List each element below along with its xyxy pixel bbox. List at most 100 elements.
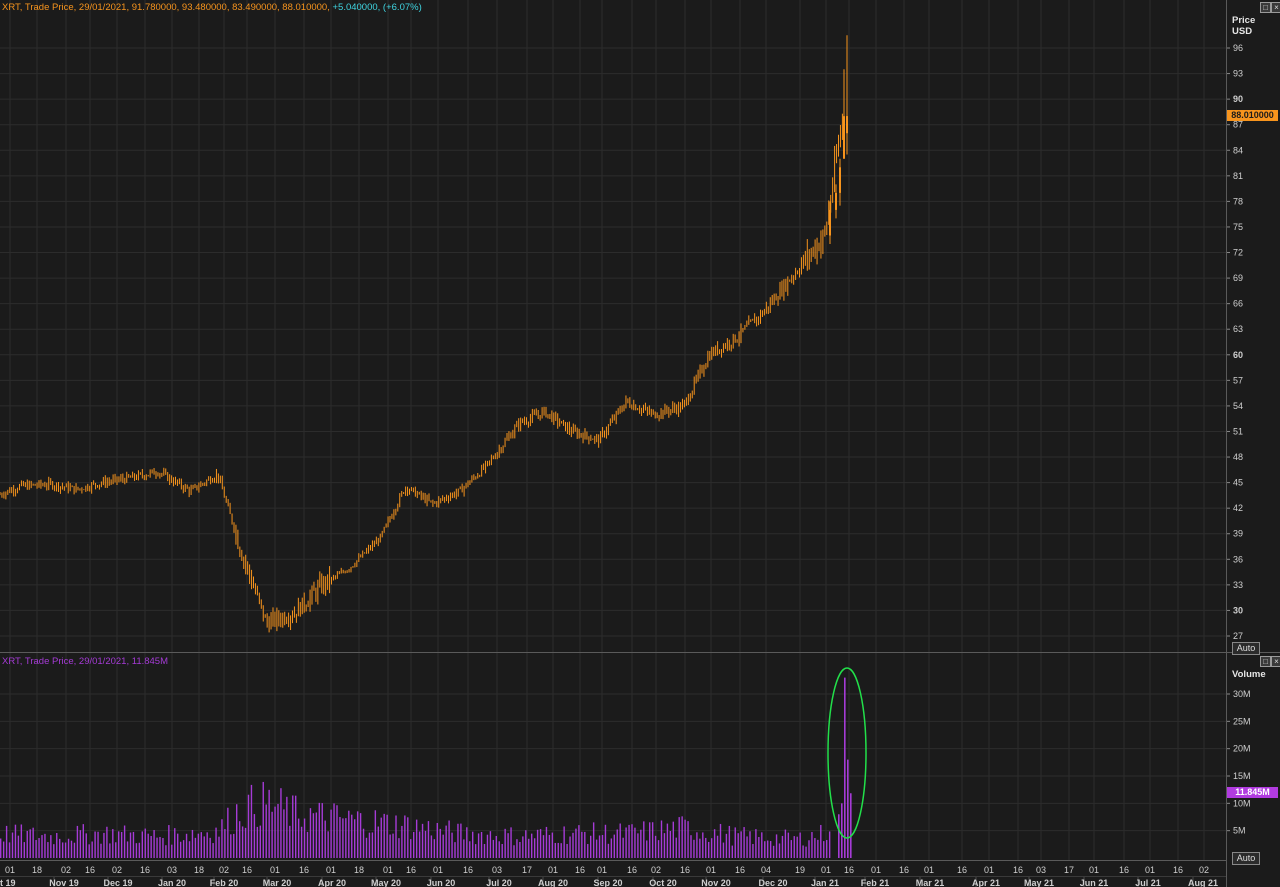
x-tick-label: 01 bbox=[871, 865, 881, 875]
price-tick-label: 90 bbox=[1233, 94, 1243, 104]
volume-bar bbox=[844, 677, 846, 858]
volume-close-button[interactable]: × bbox=[1271, 656, 1280, 667]
price-tick-label: 75 bbox=[1233, 222, 1243, 232]
volume-bar bbox=[604, 824, 607, 858]
x-tick-label: 02 bbox=[61, 865, 71, 875]
volume-bar bbox=[764, 841, 766, 858]
volume-bar bbox=[569, 836, 571, 858]
volume-bar bbox=[144, 828, 146, 858]
volume-bar bbox=[280, 788, 282, 858]
x-tick-label: 02 bbox=[1199, 865, 1209, 875]
volume-bar bbox=[17, 835, 20, 858]
volume-bar bbox=[333, 803, 335, 858]
price-tick-label: 60 bbox=[1233, 350, 1243, 360]
volume-bar bbox=[790, 840, 792, 858]
volume-bar bbox=[312, 813, 315, 858]
x-tick-label: 01 bbox=[984, 865, 994, 875]
volume-bar bbox=[309, 808, 312, 858]
volume-bar bbox=[262, 781, 264, 858]
x-tick-label: 03 bbox=[167, 865, 177, 875]
volume-bar bbox=[398, 838, 400, 858]
volume-bar bbox=[454, 842, 456, 858]
volume-bar bbox=[752, 843, 754, 858]
x-tick-label: 01 bbox=[383, 865, 393, 875]
volume-bar bbox=[138, 842, 141, 858]
volume-bar bbox=[8, 842, 11, 858]
volume-bar bbox=[238, 821, 241, 858]
volume-bar bbox=[663, 833, 666, 858]
volume-auto-button[interactable]: Auto bbox=[1232, 852, 1260, 865]
volume-bar bbox=[330, 809, 332, 858]
volume-bar bbox=[97, 831, 99, 858]
volume-bar bbox=[566, 843, 568, 858]
volume-bar bbox=[847, 759, 849, 858]
volume-bar bbox=[769, 841, 772, 858]
x-tick-label: 01 bbox=[433, 865, 443, 875]
volume-bar bbox=[79, 830, 82, 858]
volume-bar bbox=[767, 840, 769, 858]
volume-bar bbox=[522, 836, 524, 858]
volume-bar bbox=[29, 829, 31, 858]
x-tick-label: 01 bbox=[924, 865, 934, 875]
price-close-button[interactable]: × bbox=[1271, 2, 1280, 13]
volume-bar bbox=[722, 842, 725, 858]
x-tick-label: 16 bbox=[899, 865, 909, 875]
volume-bar bbox=[828, 831, 831, 858]
volume-bar bbox=[528, 838, 530, 858]
x-tick-label: 16 bbox=[680, 865, 690, 875]
volume-bar bbox=[486, 834, 489, 858]
x-month-label: Feb 20 bbox=[210, 878, 239, 887]
price-candle-body bbox=[846, 116, 848, 134]
price-tick-label: 72 bbox=[1233, 248, 1243, 258]
price-tick-label: 63 bbox=[1233, 324, 1243, 334]
volume-bar bbox=[533, 838, 536, 858]
volume-bar bbox=[841, 803, 843, 858]
x-tick-label: 18 bbox=[194, 865, 204, 875]
volume-bar bbox=[215, 827, 217, 858]
price-tick-label: 33 bbox=[1233, 580, 1243, 590]
volume-bar bbox=[100, 843, 102, 858]
volume-bar bbox=[76, 825, 79, 858]
volume-bar bbox=[519, 842, 521, 858]
volume-bar bbox=[368, 832, 371, 858]
volume-bar bbox=[507, 833, 509, 858]
price-tick-label: 84 bbox=[1233, 145, 1243, 155]
volume-bar bbox=[578, 825, 580, 858]
volume-bar bbox=[203, 836, 205, 858]
volume-bar bbox=[619, 823, 621, 858]
price-last-value-tag: 88.010000 bbox=[1227, 110, 1278, 121]
volume-axis-title: Volume bbox=[1232, 669, 1266, 680]
volume-bar bbox=[826, 840, 828, 858]
price-candle-body bbox=[843, 116, 845, 159]
volume-bar bbox=[359, 813, 362, 858]
volume-bar bbox=[433, 839, 436, 858]
price-tick-label: 48 bbox=[1233, 452, 1243, 462]
x-tick-label: 16 bbox=[299, 865, 309, 875]
volume-bar bbox=[710, 838, 713, 858]
volume-bar bbox=[2, 841, 5, 858]
volume-bar bbox=[778, 843, 781, 858]
volume-bar bbox=[418, 831, 421, 858]
volume-bar bbox=[306, 831, 309, 858]
volume-bar bbox=[194, 837, 197, 858]
volume-bar bbox=[587, 844, 589, 858]
x-month-label: Jul 20 bbox=[486, 878, 512, 887]
volume-tick-label: 5M bbox=[1233, 826, 1246, 836]
x-tick-label: 16 bbox=[844, 865, 854, 875]
x-tick-label: 16 bbox=[957, 865, 967, 875]
x-tick-label: 03 bbox=[1036, 865, 1046, 875]
price-maximize-button[interactable]: □ bbox=[1260, 2, 1271, 13]
volume-bar bbox=[595, 839, 598, 858]
price-auto-button[interactable]: Auto bbox=[1232, 642, 1260, 655]
volume-bar bbox=[463, 839, 465, 858]
volume-bar bbox=[82, 824, 84, 858]
price-axis-title-line1: Price bbox=[1232, 15, 1256, 26]
volume-bar bbox=[224, 829, 226, 858]
x-month-label: Apr 20 bbox=[318, 878, 346, 887]
x-month-label: Apr 21 bbox=[972, 878, 1000, 887]
x-tick-label: 16 bbox=[463, 865, 473, 875]
volume-maximize-button[interactable]: □ bbox=[1260, 656, 1271, 667]
price-tick-label: 57 bbox=[1233, 375, 1243, 385]
x-month-label: Mar 21 bbox=[916, 878, 945, 887]
x-tick-label: 16 bbox=[1013, 865, 1023, 875]
